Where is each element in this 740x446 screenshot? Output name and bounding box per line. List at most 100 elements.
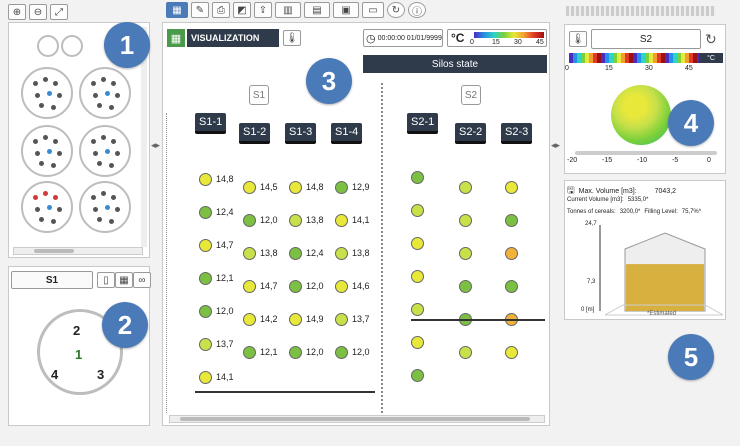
column-label[interactable]: S1-1 <box>195 113 227 134</box>
temperature-sensor[interactable] <box>199 272 212 285</box>
edit-icon[interactable]: ✎ <box>191 2 209 18</box>
temperature-sensor[interactable] <box>199 206 212 219</box>
thermometer-icon[interactable]: 🌡 <box>569 31 587 47</box>
temperature-sensor[interactable] <box>459 181 472 194</box>
calc-icon[interactable]: ▣ <box>333 2 359 18</box>
temperature-sensor[interactable] <box>411 369 424 382</box>
temperature-sensor[interactable] <box>199 338 212 351</box>
step-badge: 1 <box>104 22 150 68</box>
temperature-sensor[interactable] <box>243 247 256 260</box>
temperature-sensor[interactable] <box>335 214 348 227</box>
print-icon[interactable]: ⎙ <box>212 2 230 18</box>
cable-label[interactable]: 4 <box>51 367 58 382</box>
temperature-sensor[interactable] <box>411 237 424 250</box>
temperature-sensor[interactable] <box>243 181 256 194</box>
link-icon[interactable]: ∞ <box>133 272 151 288</box>
sensor-dot <box>35 207 40 212</box>
temperature-sensor[interactable] <box>411 204 424 217</box>
sensor-dot <box>53 81 58 86</box>
temperature-sensor[interactable] <box>289 181 302 194</box>
temperature-sensor[interactable] <box>411 171 424 184</box>
horizontal-scrollbar[interactable] <box>13 247 143 255</box>
sensor-dot <box>51 163 56 168</box>
temperature-sensor[interactable] <box>243 313 256 326</box>
chart-icon[interactable]: ◩ <box>233 2 251 18</box>
column-label[interactable]: S1-3 <box>285 123 317 144</box>
silo-name-box[interactable]: S2 <box>461 85 481 105</box>
grid-icon[interactable]: ▦ <box>115 272 133 288</box>
bars-icon[interactable]: ▥ <box>275 2 301 18</box>
temperature-sensor[interactable] <box>289 214 302 227</box>
column-label[interactable]: S2-3 <box>501 123 533 144</box>
temperature-sensor[interactable] <box>335 247 348 260</box>
cable-label[interactable]: 1 <box>75 347 82 362</box>
grid-view-icon[interactable]: ▦ <box>166 2 188 18</box>
tick-label: 45 <box>685 65 693 72</box>
info-icon[interactable]: ⓘ <box>408 2 426 18</box>
temperature-sensor[interactable] <box>199 305 212 318</box>
horizontal-scrollbar[interactable] <box>169 415 545 423</box>
temperature-sensor[interactable] <box>459 346 472 359</box>
temperature-sensor[interactable] <box>199 371 212 384</box>
temperature-sensor[interactable] <box>505 181 518 194</box>
table-icon[interactable]: ▤ <box>304 2 330 18</box>
splitter-handle-icon[interactable]: ◂▸ <box>151 140 160 151</box>
tick-label: -20 <box>567 157 578 164</box>
temperature-sensor[interactable] <box>335 181 348 194</box>
temperature-sensor[interactable] <box>289 346 302 359</box>
temperature-sensor[interactable] <box>505 247 518 260</box>
silo-select[interactable]: S2 <box>591 29 701 49</box>
small-silo[interactable] <box>61 35 83 57</box>
depth-slider[interactable] <box>575 151 717 155</box>
sensor-value: 13,8 <box>352 248 370 258</box>
temperature-sensor[interactable] <box>199 173 212 186</box>
column-label[interactable]: S1-4 <box>331 123 363 144</box>
cable-label[interactable]: 3 <box>97 367 104 382</box>
silo-name-box[interactable]: S1 <box>249 85 269 105</box>
column-label[interactable]: S2-1 <box>407 113 439 134</box>
temperature-sensor[interactable] <box>411 270 424 283</box>
document-icon[interactable]: ▯ <box>97 272 115 288</box>
temperature-sensor[interactable] <box>459 247 472 260</box>
temperature-sensor[interactable] <box>243 214 256 227</box>
temperature-sensor[interactable] <box>459 280 472 293</box>
temperature-sensor[interactable] <box>411 303 424 316</box>
temperature-sensor[interactable] <box>199 239 212 252</box>
sensor-dot <box>115 151 120 156</box>
sensor-dot <box>111 81 116 86</box>
temperature-sensor[interactable] <box>243 280 256 293</box>
small-silo[interactable] <box>37 35 59 57</box>
temperature-sensor[interactable] <box>505 280 518 293</box>
temperature-sensor[interactable] <box>289 313 302 326</box>
zoom-out-icon[interactable]: ⊖ <box>29 4 47 20</box>
export-icon[interactable]: ⇪ <box>254 2 272 18</box>
temperature-sensor[interactable] <box>335 313 348 326</box>
column-label[interactable]: S2-2 <box>455 123 487 144</box>
sensor-dot <box>33 195 38 200</box>
filling-value: 75,7%* <box>681 209 702 215</box>
top-right-decor <box>566 6 716 16</box>
cable-label[interactable]: 2 <box>73 323 80 338</box>
sensor-dot <box>97 103 102 108</box>
column-label[interactable]: S1-2 <box>239 123 271 144</box>
current-volume-label: Current Volume [m3]: <box>567 197 624 203</box>
temperature-sensor[interactable] <box>289 280 302 293</box>
sensor-dot <box>101 191 106 196</box>
temperature-sensor[interactable] <box>411 336 424 349</box>
sensor-value: 14,5 <box>260 182 278 192</box>
fit-icon[interactable]: ⤢ <box>50 4 68 20</box>
temperature-sensor[interactable] <box>505 346 518 359</box>
temperature-sensor[interactable] <box>505 214 518 227</box>
zoom-in-icon[interactable]: ⊕ <box>8 4 26 20</box>
sensor-dot <box>109 163 114 168</box>
temperature-sensor[interactable] <box>335 346 348 359</box>
temperature-sensor[interactable] <box>459 214 472 227</box>
splitter-handle-icon[interactable]: ◂▸ <box>551 140 560 151</box>
silo-selector[interactable]: S1 <box>11 271 93 289</box>
temperature-sensor[interactable] <box>243 346 256 359</box>
temperature-sensor[interactable] <box>289 247 302 260</box>
refresh-icon[interactable]: ↻ <box>705 31 717 48</box>
refresh-icon[interactable]: ↻ <box>387 2 405 18</box>
temperature-sensor[interactable] <box>335 280 348 293</box>
window-icon[interactable]: ▭ <box>362 2 384 18</box>
